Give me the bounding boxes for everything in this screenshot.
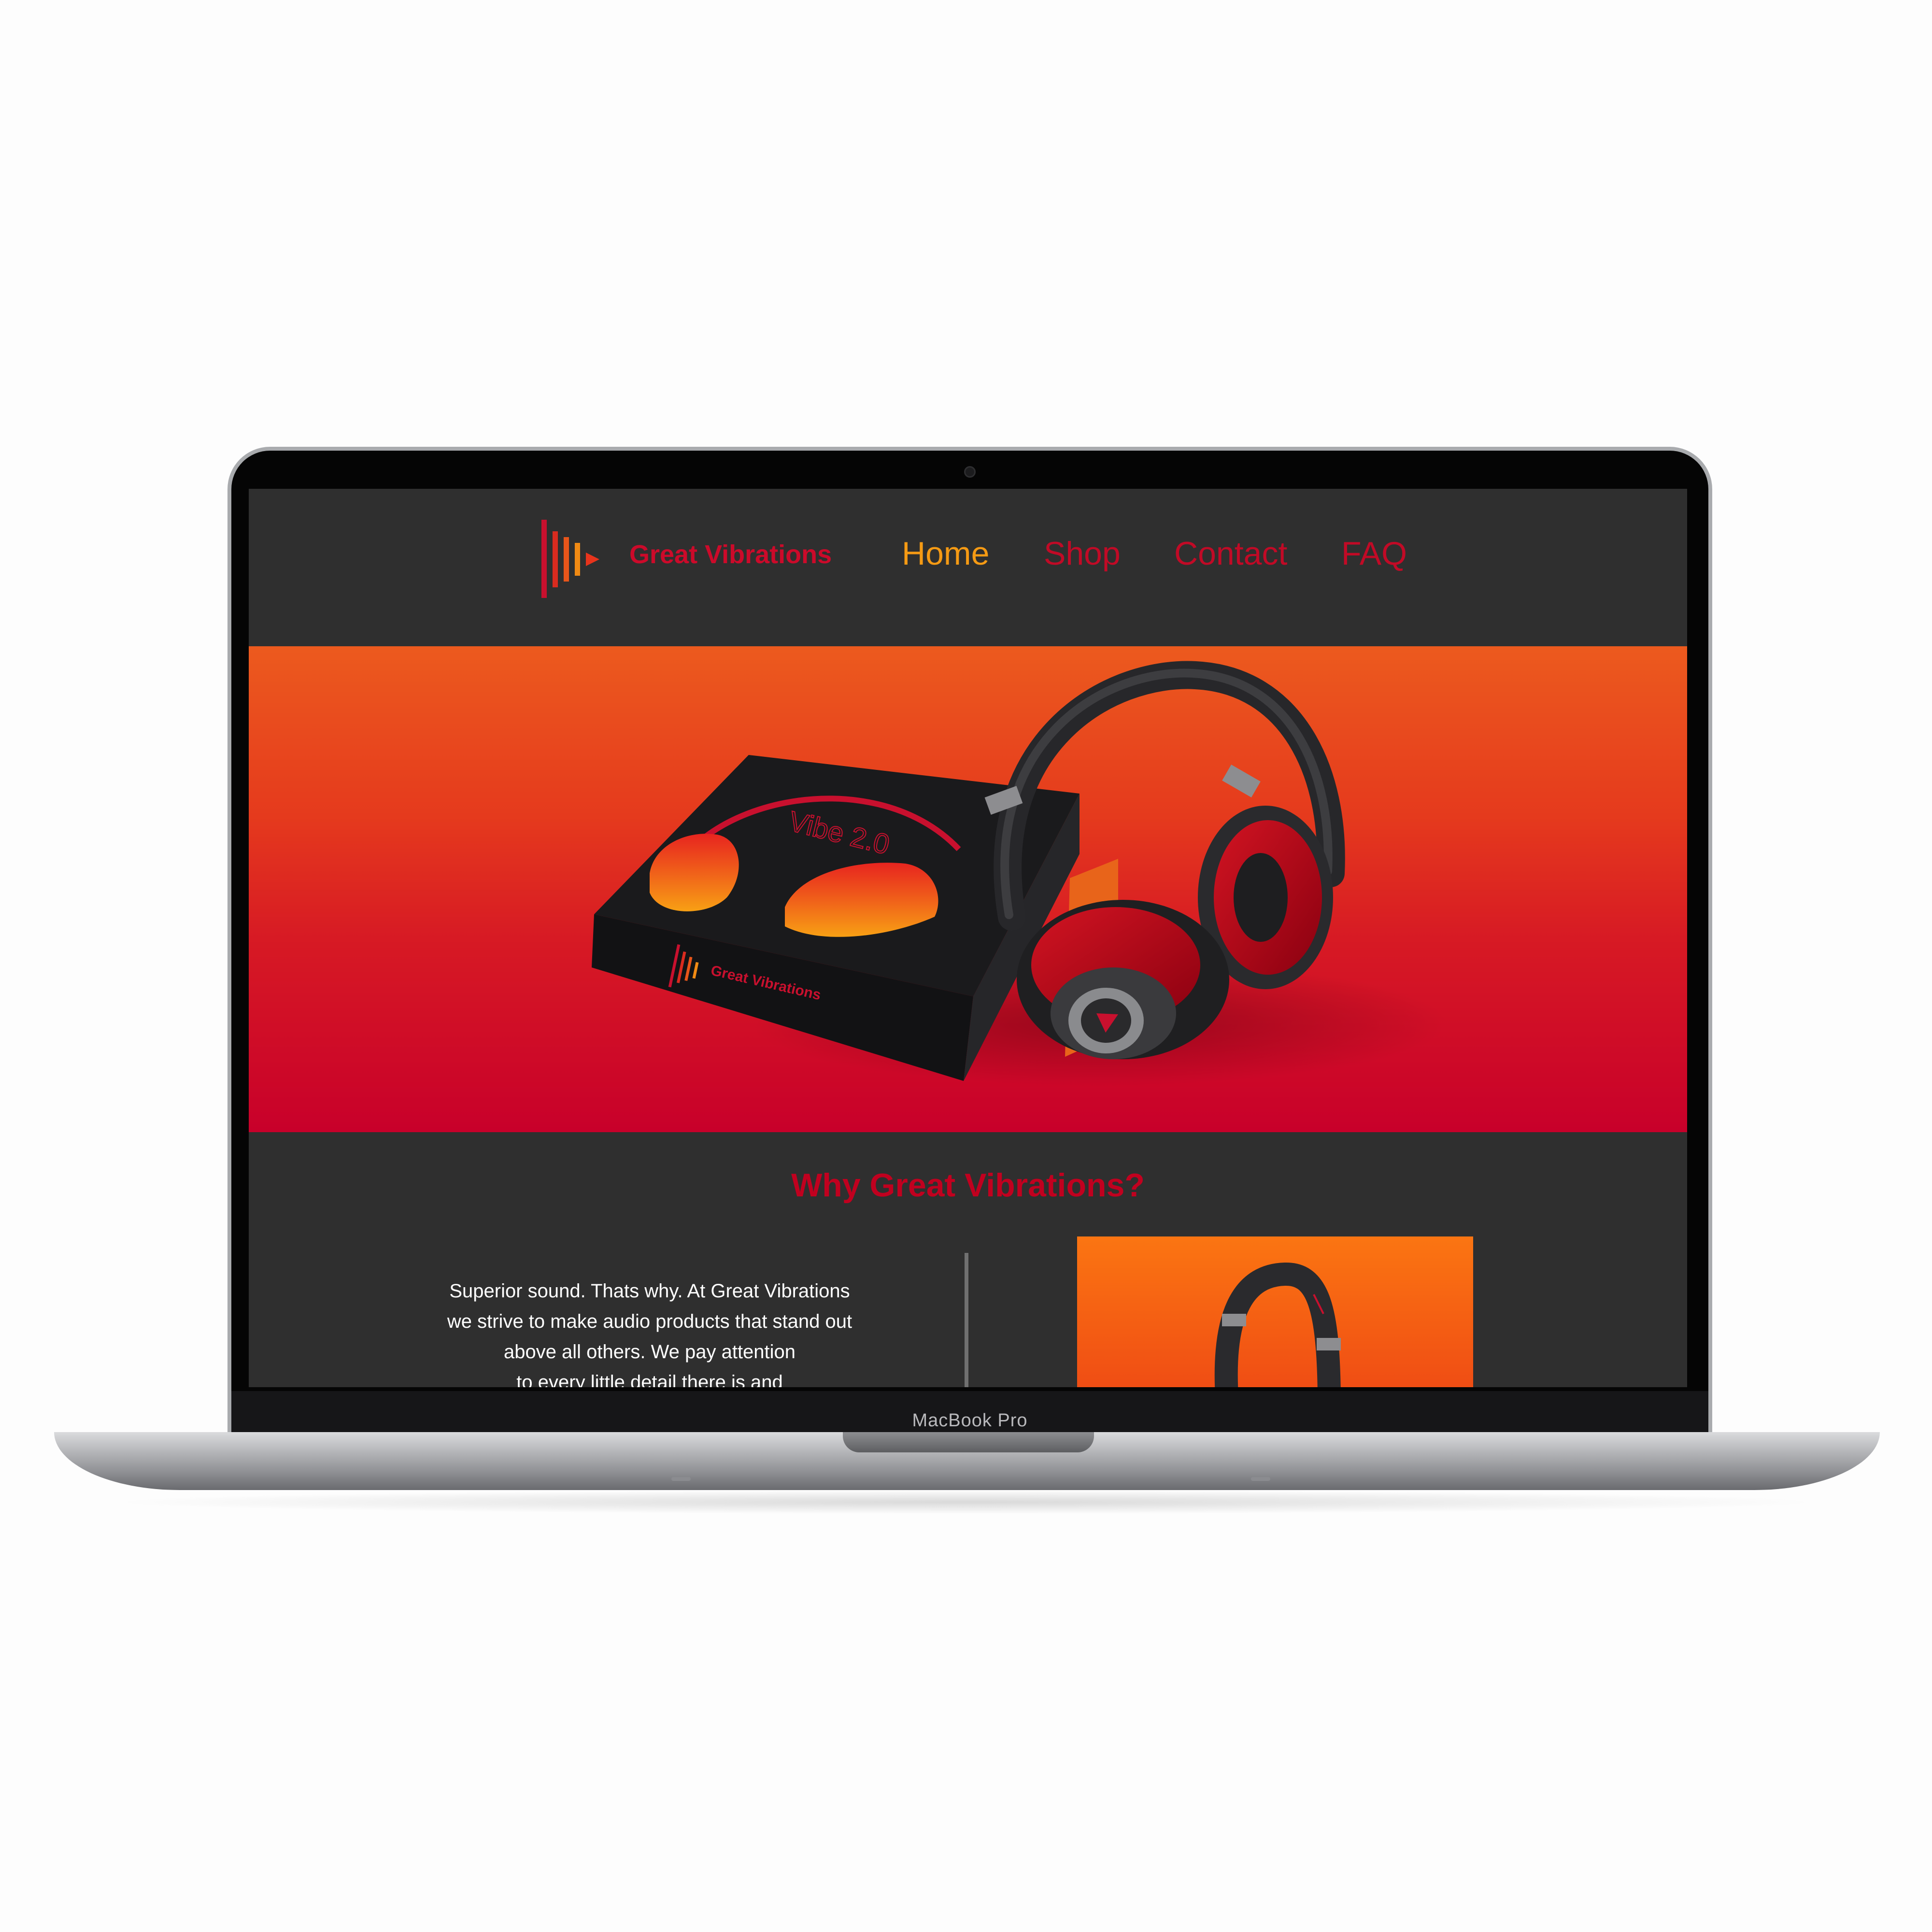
why-line: Superior sound. Thats why. At Great Vibr… — [449, 1280, 850, 1302]
why-line: above all others. We pay attention — [503, 1341, 796, 1363]
speaker-grille — [1251, 1477, 1270, 1481]
device-label: MacBook Pro — [912, 1410, 1028, 1431]
why-line: we strive to make audio products that st… — [447, 1311, 852, 1332]
hero-product-image: Vibe 2.0 Great Vibrations — [592, 661, 1447, 1086]
why-line: to every little detail there is and — [516, 1372, 783, 1387]
laptop-shadow — [106, 1490, 1826, 1514]
section-divider — [965, 1253, 968, 1387]
brand-logo-icon[interactable] — [537, 511, 624, 598]
webcam — [964, 466, 976, 478]
brand-name[interactable]: Great Vibrations — [629, 540, 832, 569]
nav-contact[interactable]: Contact — [1174, 535, 1287, 572]
laptop-notch — [843, 1432, 1094, 1452]
browser-viewport: Great Vibrations Home Shop Contact FAQ V… — [249, 489, 1687, 1387]
nav-faq[interactable]: FAQ — [1341, 535, 1407, 572]
why-heading: Why Great Vibrations? — [791, 1167, 1145, 1204]
speaker-grille — [671, 1477, 691, 1481]
hero-banner: Vibe 2.0 Great Vibrations — [249, 646, 1687, 1132]
nav-shop[interactable]: Shop — [1044, 535, 1121, 572]
nav-home[interactable]: Home — [902, 535, 989, 572]
headphones-side-graphic — [1214, 1263, 1341, 1387]
headphones-side-image — [1077, 1236, 1473, 1387]
site-header: Great Vibrations Home Shop Contact FAQ — [249, 489, 1687, 646]
why-paragraph: Superior sound. Thats why. At Great Vibr… — [408, 1276, 891, 1387]
